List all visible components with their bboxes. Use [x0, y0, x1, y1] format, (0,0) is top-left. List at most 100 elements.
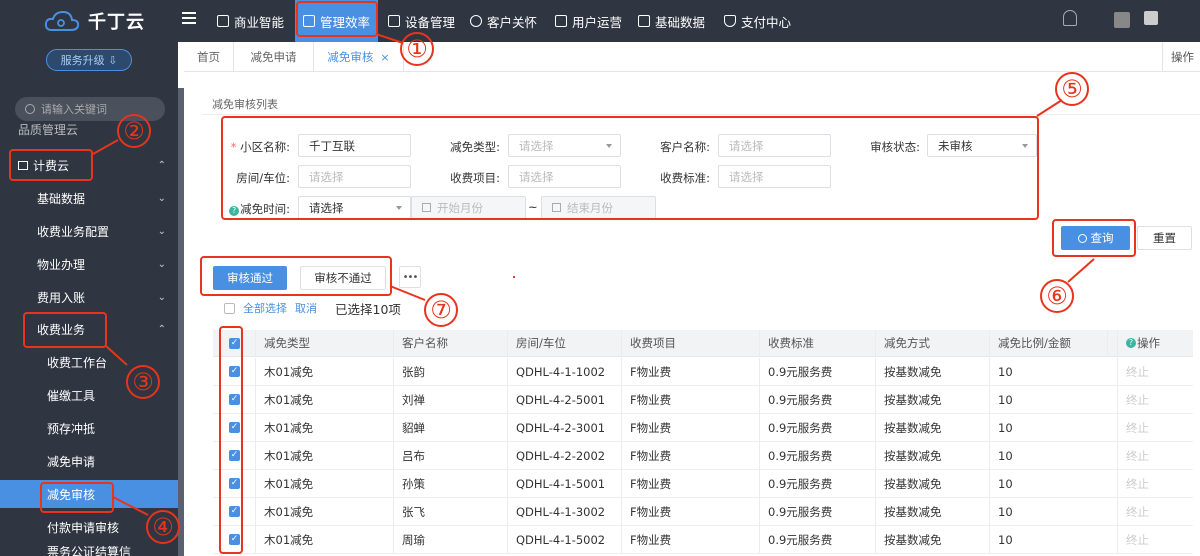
cell-fee-item: F物业费 — [621, 358, 759, 385]
more-icon[interactable]: ••• — [399, 266, 421, 288]
sidebar-item-fee-entry[interactable]: 费用入账 ⌄ — [0, 283, 178, 311]
menu-toggle-icon[interactable] — [182, 12, 196, 26]
tab-waiver-review[interactable]: 减免审核 × — [314, 42, 404, 72]
brand-logo[interactable]: 千丁云 — [44, 6, 145, 36]
annotation-number-1: ① — [400, 32, 434, 66]
table-row[interactable]: ✓ 木01减免 孙策 QDHL-4-1-5001 F物业费 0.9元服务费 按基数减免 10 终… — [213, 470, 1193, 498]
sidebar-item-fee-business[interactable]: 收费业务 ⌃ — [0, 315, 178, 343]
row-checkbox-cell[interactable]: ✓ — [213, 358, 255, 385]
topnav-management-efficiency[interactable]: 管理效率 — [295, 0, 379, 42]
cancel-selection-link[interactable]: 取消 — [295, 300, 317, 316]
tab-home[interactable]: 首页 — [184, 42, 234, 72]
chevron-down-icon: ⌄ — [157, 192, 166, 204]
row-checkbox-cell[interactable]: ✓ — [213, 498, 255, 525]
row-checkbox-cell[interactable]: ✓ — [213, 470, 255, 497]
approve-button[interactable]: 审核通过 — [213, 266, 287, 290]
start-month-input[interactable]: 开始月份 — [411, 196, 526, 219]
chevron-up-icon: ⌃ — [157, 323, 166, 335]
line-chart-icon — [303, 15, 315, 27]
topnav-label: 管理效率 — [320, 14, 371, 30]
row-checkbox-cell[interactable]: ✓ — [213, 386, 255, 413]
reject-button[interactable]: 审核不通过 — [300, 266, 386, 290]
waiver-type-select[interactable]: 请选择 — [508, 134, 621, 157]
terminate-link[interactable]: 终止 — [1117, 498, 1193, 525]
check-icon[interactable]: ✓ — [229, 422, 240, 433]
tab-label: 首页 — [197, 50, 220, 64]
shield-icon — [724, 15, 736, 27]
check-icon[interactable]: ✓ — [229, 534, 240, 545]
terminate-link[interactable]: 终止 — [1117, 526, 1193, 553]
header-checkbox-cell[interactable]: ✓ — [213, 330, 255, 356]
sidebar-item-property[interactable]: 物业办理 ⌄ — [0, 250, 178, 278]
table-row[interactable]: ✓ 木01减免 貂蝉 QDHL-4-2-3001 F物业费 0.9元服务费 按基数减免 10 终… — [213, 414, 1193, 442]
waiver-time-select[interactable]: 请选择 — [298, 196, 411, 219]
sidebar-scrollbar[interactable] — [178, 88, 184, 556]
table-row[interactable]: ✓ 木01减免 刘禅 QDHL-4-2-5001 F物业费 0.9元服务费 按基数减免 10 终… — [213, 386, 1193, 414]
topnav-business-intelligence[interactable]: 商业智能 — [217, 0, 284, 42]
customer-input[interactable]: 请选择 — [718, 134, 831, 157]
terminate-link[interactable]: 终止 — [1117, 358, 1193, 385]
topnav-base-data[interactable]: 基础数据 — [638, 0, 705, 42]
fullscreen-icon[interactable] — [1144, 11, 1158, 25]
header-customer: 客户名称 — [393, 330, 507, 356]
row-checkbox-cell[interactable]: ✓ — [213, 526, 255, 553]
annotation-number-4: ④ — [146, 510, 180, 544]
tab-waiver-apply[interactable]: 减免申请 — [234, 42, 314, 72]
row-checkbox-cell[interactable]: ✓ — [213, 414, 255, 441]
bell-icon[interactable] — [1063, 10, 1077, 26]
cell-waiver-method: 按基数减免 — [875, 442, 989, 469]
sidebar-item-waiver-review[interactable]: 减免审核 — [0, 480, 178, 508]
cell-waiver-method: 按基数减免 — [875, 470, 989, 497]
check-icon[interactable]: ✓ — [229, 478, 240, 489]
sidebar-item-cut[interactable]: 票务公证结算信 — [0, 546, 178, 556]
cell-room: QDHL-4-1-5002 — [507, 526, 621, 553]
help-icon: ? — [1126, 338, 1136, 348]
community-input[interactable]: 千丁互联 — [298, 134, 411, 157]
query-button[interactable]: 查询 — [1061, 226, 1130, 250]
sidebar-item-base-data[interactable]: 基础数据 ⌄ — [0, 184, 178, 212]
table-row[interactable]: ✓ 木01减免 张韵 QDHL-4-1-1002 F物业费 0.9元服务费 按基数减免 10 终… — [213, 358, 1193, 386]
table-row[interactable]: ✓ 木01减免 吕布 QDHL-4-2-2002 F物业费 0.9元服务费 按基数减免 10 终… — [213, 442, 1193, 470]
status-select[interactable]: 未审核 — [927, 134, 1037, 157]
select-all-link[interactable]: 全部选择 — [243, 300, 287, 316]
fee-standard-input[interactable]: 请选择 — [718, 165, 831, 188]
terminate-link[interactable]: 终止 — [1117, 442, 1193, 469]
end-month-input[interactable]: 结束月份 — [541, 196, 656, 219]
sidebar-item-fee-config[interactable]: 收费业务配置 ⌄ — [0, 217, 178, 245]
sidebar-item-waiver-apply[interactable]: 减免申请 — [0, 447, 178, 475]
table-row[interactable]: ✓ 木01减免 周瑜 QDHL-4-1-5002 F物业费 0.9元服务费 按基数减免 10 终… — [213, 526, 1193, 554]
check-icon[interactable]: ✓ — [229, 366, 240, 377]
cell-customer: 吕布 — [393, 442, 507, 469]
header-room: 房间/车位 — [507, 330, 621, 356]
terminate-link[interactable]: 终止 — [1117, 470, 1193, 497]
sidebar-item-billing-cloud[interactable]: 计费云 ⌃ — [0, 151, 178, 179]
select-all-checkbox[interactable] — [224, 302, 235, 314]
sidebar-item-quality-cloud[interactable]: 品质管理云 — [0, 120, 178, 138]
sidebar-item-label: 计费云 — [33, 158, 70, 173]
tab-operations[interactable]: 操作 — [1162, 42, 1200, 72]
check-icon: ✓ — [229, 337, 240, 349]
topnav-payment-center[interactable]: 支付中心 — [724, 0, 791, 42]
check-icon[interactable]: ✓ — [229, 394, 240, 405]
header-hidden-col — [1107, 330, 1117, 356]
cell-room: QDHL-4-2-5001 — [507, 386, 621, 413]
room-input[interactable]: 请选择 — [298, 165, 411, 188]
check-icon[interactable]: ✓ — [229, 506, 240, 517]
tab-label: 减免申请 — [250, 50, 297, 64]
topnav-customer-care[interactable]: 客户关怀 — [470, 0, 537, 42]
cell-fee-standard: 0.9元服务费 — [759, 442, 875, 469]
terminate-link[interactable]: 终止 — [1117, 414, 1193, 441]
close-icon[interactable]: × — [380, 51, 389, 64]
fee-item-input[interactable]: 请选择 — [508, 165, 621, 188]
upgrade-button[interactable]: 服务升级 ⇩ — [46, 49, 132, 71]
avatar[interactable] — [1114, 12, 1130, 28]
check-icon[interactable]: ✓ — [229, 450, 240, 461]
table-row[interactable]: ✓ 木01减免 张飞 QDHL-4-1-3002 F物业费 0.9元服务费 按基数减免 10 终… — [213, 498, 1193, 526]
topnav-user-operations[interactable]: 用户运营 — [555, 0, 622, 42]
row-checkbox-cell[interactable]: ✓ — [213, 442, 255, 469]
reset-button[interactable]: 重置 — [1137, 226, 1192, 250]
sidebar-item-prepay-offset[interactable]: 预存冲抵 — [0, 414, 178, 442]
sidebar: 千丁云 服务升级 ⇩ 请输入关键词 品质管理云 计费云 ⌃ 基础数据 ⌄ 收费业… — [0, 0, 178, 556]
terminate-link[interactable]: 终止 — [1117, 386, 1193, 413]
cell-waiver-method: 按基数减免 — [875, 526, 989, 553]
